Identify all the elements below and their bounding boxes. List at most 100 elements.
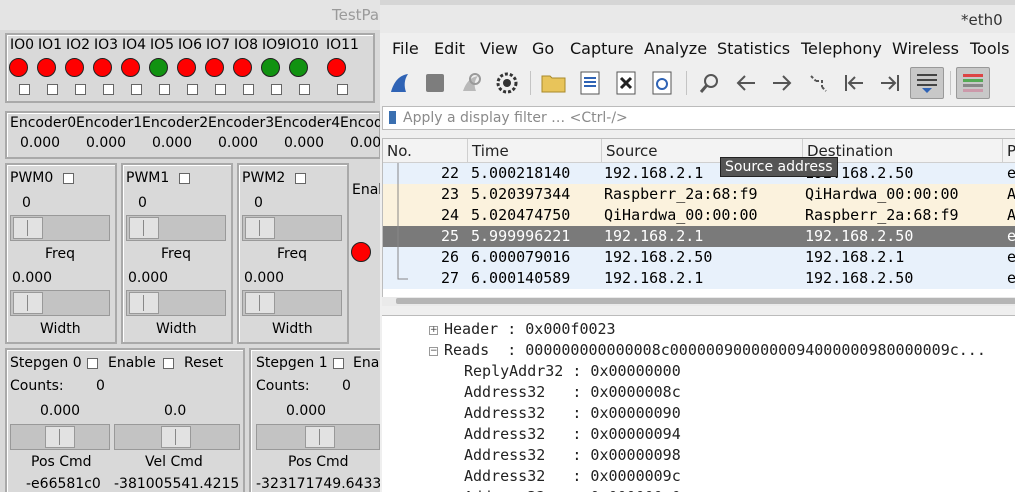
menu-analyze[interactable]: Analyze (644, 39, 707, 58)
stepgen1-pos-cmd-label: Pos Cmd (288, 454, 349, 470)
pwm1-width-slider[interactable] (126, 290, 226, 316)
pwm1-enable-checkbox[interactable] (179, 173, 190, 184)
stop-capture-icon[interactable] (421, 69, 449, 97)
encoder-1-label: Encoder1 (76, 115, 143, 131)
encoder-4-label: Encoder4 (274, 115, 341, 131)
pwm0-enable-checkbox[interactable] (63, 173, 74, 184)
pwm0-width-slider[interactable] (10, 290, 110, 316)
save-file-icon[interactable] (576, 69, 604, 97)
packet-detail-line[interactable]: Header : 0x000f0023 (444, 320, 616, 338)
packet-row[interactable]: 26 6.000079016 192.168.2.50 192.168.2.1 e (383, 247, 1015, 268)
packet-time: 5.000218140 (471, 164, 571, 182)
pwm1-width-value: 0.000 (128, 270, 169, 286)
reload-file-icon[interactable] (648, 69, 676, 97)
packet-row[interactable]: 25 5.999996221 192.168.2.1 192.168.2.50 e (383, 226, 1015, 247)
packet-detail-line[interactable]: Reads : 000000000000008c0000009000000094… (444, 341, 986, 359)
packet-row[interactable]: 225.000218140192.168.2.1192.168.2.50e (383, 163, 1015, 184)
stepgen0-vel-slider[interactable] (114, 424, 240, 450)
go-to-packet-icon[interactable] (804, 69, 832, 97)
toolbar-separator (530, 71, 531, 95)
packet-detail-line[interactable]: Address32 : 0x00000090 (464, 404, 681, 422)
io-1-checkbox[interactable] (47, 84, 58, 95)
menu-go[interactable]: Go (532, 39, 554, 58)
column-header-protocol[interactable]: P (1003, 139, 1015, 163)
io-3-checkbox[interactable] (103, 84, 114, 95)
stepgen0-reset-label: Reset (184, 355, 224, 371)
io-8-checkbox[interactable] (243, 84, 254, 95)
packet-detail-line[interactable]: Addr ss32 : 0x000000a0 (464, 488, 681, 492)
menu-file[interactable]: File (392, 39, 419, 58)
packet-detail-line[interactable]: Address32 : 0x0000008c (464, 383, 681, 401)
io-10-checkbox[interactable] (299, 84, 310, 95)
stepgen0-pos-cmd-value: -e66581c0 (26, 476, 101, 492)
stepgen1-pos-cmd-value: -323171749.6433 (256, 476, 380, 492)
io-0-checkbox[interactable] (19, 84, 30, 95)
stepgen1-label: Stepgen 1 (256, 355, 328, 371)
find-packet-search-icon[interactable] (696, 69, 724, 97)
menu-telephony[interactable]: Telephony (801, 39, 882, 58)
stepgen1-counts-value: 0 (342, 378, 351, 394)
stepgen0-enable-checkbox[interactable] (87, 358, 98, 369)
shark-fin-start-icon[interactable] (386, 69, 414, 97)
packet-detail-line[interactable]: ReplyAddr32 : 0x00000000 (464, 362, 681, 380)
menu-capture[interactable]: Capture (570, 39, 634, 58)
io-3-led-icon (93, 58, 112, 77)
display-filter-input[interactable] (403, 108, 1003, 128)
capture-options-gear-icon[interactable] (493, 69, 521, 97)
close-file-icon[interactable] (612, 69, 640, 97)
first-packet-icon[interactable] (840, 69, 868, 97)
io-6-checkbox[interactable] (187, 84, 198, 95)
pwm0-freq-slider[interactable] (10, 215, 110, 241)
expand-plus-icon[interactable]: + (429, 326, 438, 335)
go-back-arrow-icon[interactable] (732, 69, 760, 97)
packet-detail-line[interactable]: Address32 : 0x00000098 (464, 446, 681, 464)
packet-time: 6.000079016 (471, 248, 571, 266)
io-4-checkbox[interactable] (131, 84, 142, 95)
go-forward-arrow-icon[interactable] (768, 69, 796, 97)
packet-row[interactable]: 27 6.000140589 192.168.2.1 192.168.2.50 e (383, 268, 1015, 289)
colorize-list-icon[interactable] (956, 67, 990, 99)
menu-wireless[interactable]: Wireless (892, 39, 959, 58)
stepgen0-pos-slider[interactable] (10, 424, 110, 450)
stepgen1-pos-slider[interactable] (256, 424, 380, 450)
stepgen1-counts-label: Counts: (256, 378, 310, 394)
io-2-checkbox[interactable] (75, 84, 86, 95)
packet-detail-line[interactable]: Address32 : 0x0000009c (464, 467, 681, 485)
filter-bookmark-icon[interactable] (389, 111, 396, 124)
menu-statistics[interactable]: Statistics (717, 39, 790, 58)
pwm2-freq-slider[interactable] (242, 215, 342, 241)
packet-row[interactable]: 23 5.020397344 Raspberr_2a:68:f9 QiHardwa_0… (383, 184, 1015, 205)
pwm1-value: 0 (138, 195, 147, 211)
stepgen0-enable-label: Enable (108, 355, 156, 371)
stepgen1-enable-checkbox[interactable] (333, 358, 344, 369)
io-7-checkbox[interactable] (215, 84, 226, 95)
io-11-checkbox[interactable] (337, 84, 348, 95)
open-folder-icon[interactable] (540, 69, 568, 97)
column-header-time[interactable]: Time (468, 139, 602, 163)
io-5-led-icon (149, 58, 168, 77)
pwm2-label: PWM2 (242, 170, 286, 186)
pwm2-enable-checkbox[interactable] (295, 173, 306, 184)
wireshark-titlebar[interactable]: *eth0 (380, 5, 1015, 33)
autoscroll-icon[interactable] (910, 67, 944, 99)
menu-edit[interactable]: Edit (434, 39, 465, 58)
last-packet-icon[interactable] (876, 69, 904, 97)
io-5-checkbox[interactable] (159, 84, 170, 95)
io-9-checkbox[interactable] (271, 84, 282, 95)
menu-view[interactable]: View (480, 39, 518, 58)
packet-row[interactable]: 24 5.020474750 QiHardwa_00:00:00 Raspberr_2… (383, 205, 1015, 226)
column-header-no[interactable]: No. (383, 139, 468, 163)
test-panel-titlebar[interactable]: TestPa (0, 0, 380, 30)
packet-detail-line[interactable]: Address32 : 0x00000094 (464, 425, 681, 443)
packet-list-horizontal-scrollbar[interactable] (382, 297, 1015, 306)
restart-capture-icon[interactable] (457, 69, 485, 97)
packet-no: 22 (441, 164, 460, 182)
stepgen0-reset-checkbox[interactable] (163, 358, 174, 369)
stepgen0-vel-cmd-label: Vel Cmd (145, 454, 203, 470)
menu-tools[interactable]: Tools (970, 39, 1009, 58)
pwm2-width-slider[interactable] (242, 290, 342, 316)
enable-label: Enab (352, 182, 380, 198)
pwm1-freq-slider[interactable] (126, 215, 226, 241)
collapse-minus-icon[interactable]: − (429, 347, 438, 356)
stepgen0-pos-value: 0.000 (40, 403, 81, 419)
